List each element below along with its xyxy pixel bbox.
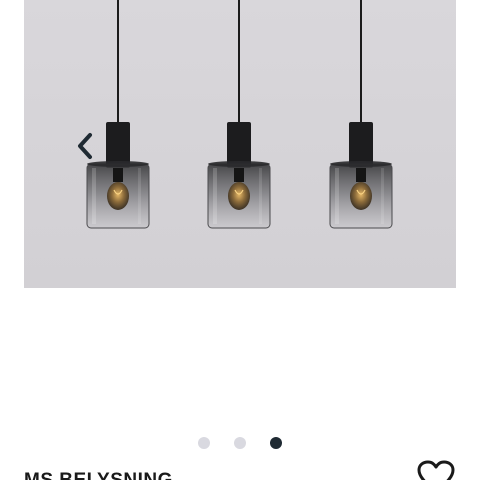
product-brand[interactable]: MS BELYSNING [24, 470, 173, 480]
chevron-left-icon [78, 133, 92, 159]
carousel-dot-1[interactable] [198, 437, 210, 449]
product-image-carousel[interactable] [24, 0, 456, 288]
carousel-dot-2[interactable] [234, 437, 246, 449]
carousel-pagination [0, 436, 480, 450]
product-page: MS BELYSNING [0, 0, 480, 480]
heart-outline-icon [417, 460, 455, 480]
carousel-dot-3[interactable] [270, 437, 282, 449]
favorite-button[interactable] [416, 460, 456, 480]
previous-image-button[interactable] [68, 124, 102, 168]
